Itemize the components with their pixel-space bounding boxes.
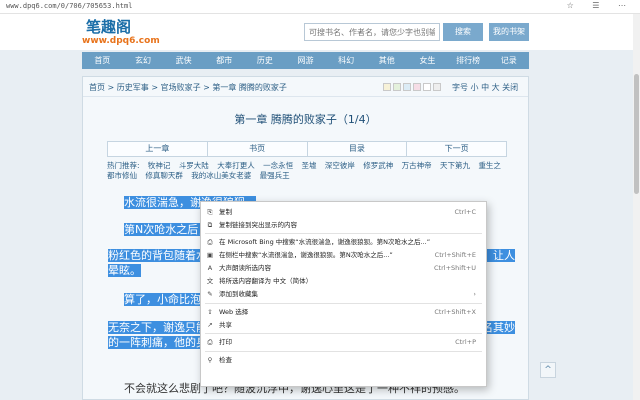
- nav-item-xuanhuan[interactable]: 玄幻: [123, 52, 164, 69]
- site-logo[interactable]: 笔趣阁: [86, 16, 131, 37]
- sidebar-icon: ▣: [206, 251, 214, 259]
- copy-icon: ⎘: [207, 208, 213, 216]
- back-to-top-button[interactable]: ^: [540, 362, 556, 378]
- swatch-color[interactable]: [403, 83, 411, 91]
- selected-text: 算了，小命比泡妞要紧，: [124, 293, 204, 306]
- read-aloud-icon: A: [207, 264, 213, 272]
- nav-item-dushi[interactable]: 都市: [204, 52, 245, 69]
- menu-separator: [205, 233, 482, 234]
- collections-icon: ✎: [207, 290, 213, 298]
- menu-item-inspect[interactable]: ⚲ 检查: [201, 354, 486, 366]
- nav-item-scifi[interactable]: 科幻: [326, 52, 367, 69]
- recommend-link[interactable]: 深空彼岸: [325, 161, 355, 170]
- swatch-color[interactable]: [423, 83, 431, 91]
- browser-actions-icons[interactable]: ☆ ☰ ⋯: [567, 1, 634, 10]
- inspect-icon: ⚲: [207, 356, 213, 364]
- recommend-link[interactable]: 修真聊天群: [145, 171, 183, 180]
- book-page-button[interactable]: 书页: [208, 142, 308, 156]
- swatch-color[interactable]: [433, 83, 441, 91]
- nav-item-history-record[interactable]: 记录: [488, 52, 529, 69]
- breadcrumb[interactable]: 首页 > 历史军事 > 官场败家子 > 第一章 腾腾的败家子: [89, 82, 287, 93]
- recommend-links: 热门推荐: 牧神记 斗罗大陆 大奉打更人 一念永恒 圣墟 深空彼岸 修罗武神 万…: [107, 161, 507, 181]
- nav-item-online-game[interactable]: 网游: [285, 52, 326, 69]
- search-icon: ⎙: [207, 238, 213, 246]
- menu-item-copy-link-to-highlight[interactable]: ⧉ 复制链接到突出显示的内容: [201, 219, 486, 231]
- recommend-link[interactable]: 我的冰山美女老婆: [191, 171, 251, 180]
- translate-icon: 文: [206, 277, 214, 285]
- menu-item-translate[interactable]: 文 将所选内容翻译为 中文（简体）: [201, 275, 486, 287]
- selected-text: 第N次呛水之后，他终于意识到: [124, 223, 204, 236]
- menu-item-search-bing[interactable]: ⎙ 在 Microsoft Bing 中搜索“水流很湍急，谢逸很狼狈。第N次呛水…: [201, 236, 486, 248]
- background-color-picker: [383, 83, 441, 91]
- menu-separator: [205, 351, 482, 352]
- site-header: 笔趣阁 www.dpq6.com 搜索 我的书架: [0, 14, 640, 50]
- recommend-link[interactable]: 斗罗大陆: [179, 161, 209, 170]
- address-bar[interactable]: www.dpq6.com/0/706/705653.html: [6, 2, 132, 10]
- breadcrumb-bar: 首页 > 历史军事 > 官场败家子 > 第一章 腾腾的败家子 字号 小 中 大 …: [83, 77, 528, 97]
- link-icon: ⧉: [207, 221, 213, 229]
- menu-separator: [205, 303, 482, 304]
- recommend-link[interactable]: 圣墟: [301, 161, 316, 170]
- menu-item-read-aloud[interactable]: A 大声朗读所选内容 Ctrl+Shift+U: [201, 262, 486, 274]
- recommend-link[interactable]: 牧神记: [148, 161, 171, 170]
- site-domain: www.dpq6.com: [82, 36, 160, 46]
- menu-item-search-sidebar[interactable]: ▣ 在侧栏中搜索“水流很湍急，谢逸很狼狈。第N次呛水之后...” Ctrl+Sh…: [201, 249, 486, 261]
- search-button[interactable]: 搜索: [443, 23, 483, 41]
- nav-item-female[interactable]: 女生: [407, 52, 448, 69]
- recommend-link[interactable]: 万古神帝: [402, 161, 432, 170]
- browser-toolbar: www.dpq6.com/0/706/705653.html ☆ ☰ ⋯: [0, 0, 640, 14]
- menu-item-print[interactable]: ⎙ 打印 Ctrl+P: [201, 336, 486, 348]
- swatch-color[interactable]: [393, 83, 401, 91]
- page-scrollbar[interactable]: [633, 14, 640, 400]
- recommend-link[interactable]: 一念永恒: [263, 161, 293, 170]
- swatch-color[interactable]: [383, 83, 391, 91]
- search-input[interactable]: [304, 23, 440, 41]
- nav-item-home[interactable]: 首页: [82, 52, 123, 69]
- context-menu: ⎘ 复制 Ctrl+C ⧉ 复制链接到突出显示的内容 ⎙ 在 Microsoft…: [200, 201, 487, 387]
- prev-chapter-button[interactable]: 上一章: [108, 142, 208, 156]
- nav-item-wuxia[interactable]: 武侠: [163, 52, 204, 69]
- menu-item-share[interactable]: ↗ 共享: [201, 319, 486, 331]
- recommend-link[interactable]: 天下第九: [440, 161, 470, 170]
- print-icon: ⎙: [207, 338, 213, 346]
- nav-item-history[interactable]: 历史: [245, 52, 286, 69]
- menu-item-add-to-collections[interactable]: ✎ 添加到收藏集 ›: [201, 288, 486, 300]
- recommend-link[interactable]: 大奉打更人: [217, 161, 255, 170]
- recommend-link: 热门推荐:: [107, 161, 140, 170]
- menu-item-copy[interactable]: ⎘ 复制 Ctrl+C: [201, 206, 486, 218]
- nav-item-other[interactable]: 其他: [366, 52, 407, 69]
- share-icon: ↗: [207, 321, 213, 329]
- menu-item-web-select[interactable]: ⇪ Web 选择 Ctrl+Shift+X: [201, 306, 486, 318]
- chapter-nav: 上一章 书页 目录 下一页: [107, 141, 507, 157]
- chapter-title: 第一章 腾腾的败家子（1/4）: [234, 113, 377, 126]
- nav-item-ranking[interactable]: 排行榜: [448, 52, 489, 69]
- next-page-button[interactable]: 下一页: [407, 142, 506, 156]
- font-size-controls[interactable]: 字号 小 中 大 关闭: [452, 82, 518, 93]
- bookshelf-button[interactable]: 我的书架: [489, 23, 529, 41]
- recommend-link[interactable]: 最强兵王: [260, 171, 290, 180]
- swatch-color[interactable]: [413, 83, 421, 91]
- scrollbar-thumb[interactable]: [634, 74, 639, 194]
- main-nav: 首页 玄幻 武侠 都市 历史 网游 科幻 其他 女生 排行榜 记录: [82, 52, 529, 69]
- menu-separator: [205, 333, 482, 334]
- chevron-right-icon: ›: [473, 290, 476, 298]
- toc-button[interactable]: 目录: [308, 142, 408, 156]
- recommend-link[interactable]: 修罗武神: [363, 161, 393, 170]
- story-paragraph[interactable]: 第N次呛水之后，他终于意识到: [124, 222, 204, 237]
- web-select-icon: ⇪: [207, 308, 213, 316]
- story-paragraph[interactable]: 算了，小命比泡妞要紧，: [124, 292, 204, 307]
